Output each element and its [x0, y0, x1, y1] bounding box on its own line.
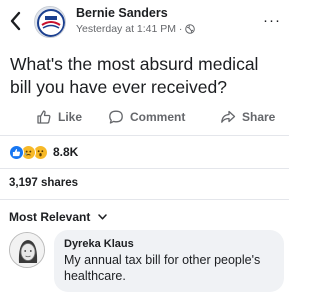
- post-header: Bernie Sanders Yesterday at 1:41 PM · ··…: [0, 0, 289, 44]
- share-arrow-icon: [221, 110, 236, 123]
- shares-count[interactable]: 3,197 shares: [9, 177, 78, 189]
- comment-button[interactable]: Comment: [108, 104, 185, 130]
- like-reaction-icon: [9, 144, 24, 160]
- divider: [0, 135, 289, 136]
- avatar-image: [35, 7, 65, 37]
- comment-label: Comment: [130, 110, 186, 124]
- sort-label: Most Relevant: [9, 210, 91, 224]
- commenter-avatar[interactable]: [9, 232, 45, 268]
- post-timestamp[interactable]: Yesterday at 1:41 PM ·: [76, 23, 182, 35]
- like-button[interactable]: Like: [36, 104, 82, 130]
- globe-icon: [185, 24, 196, 34]
- like-label: Like: [58, 110, 83, 124]
- reaction-summary[interactable]: 8.8K: [9, 143, 78, 161]
- author-name[interactable]: Bernie Sanders: [76, 6, 168, 20]
- post-meta: Yesterday at 1:41 PM ·: [76, 23, 196, 35]
- more-options-button[interactable]: ···: [263, 12, 281, 29]
- avatar-image: [10, 233, 44, 267]
- comment-text: My annual tax bill for other people's he…: [64, 253, 261, 283]
- divider: [0, 168, 289, 169]
- post-action-bar: Like Comment Share: [0, 104, 289, 130]
- comment-sort-dropdown[interactable]: Most Relevant: [9, 210, 108, 224]
- comment-bubble: Dyreka Klaus My annual tax bill for othe…: [54, 230, 284, 292]
- comment-author[interactable]: Dyreka Klaus: [64, 238, 134, 250]
- thumbs-up-icon: [37, 110, 51, 124]
- chevron-left-icon: [10, 11, 21, 31]
- reaction-count: 8.8K: [53, 145, 79, 159]
- back-button[interactable]: [8, 10, 24, 32]
- chevron-down-icon: [98, 214, 108, 220]
- divider: [0, 199, 289, 200]
- author-avatar[interactable]: [34, 6, 66, 38]
- post-text: What's the most absurd medical bill you …: [10, 54, 259, 97]
- share-button[interactable]: Share: [220, 104, 275, 130]
- share-label: Share: [242, 110, 276, 124]
- comment-bubble-icon: [109, 110, 123, 124]
